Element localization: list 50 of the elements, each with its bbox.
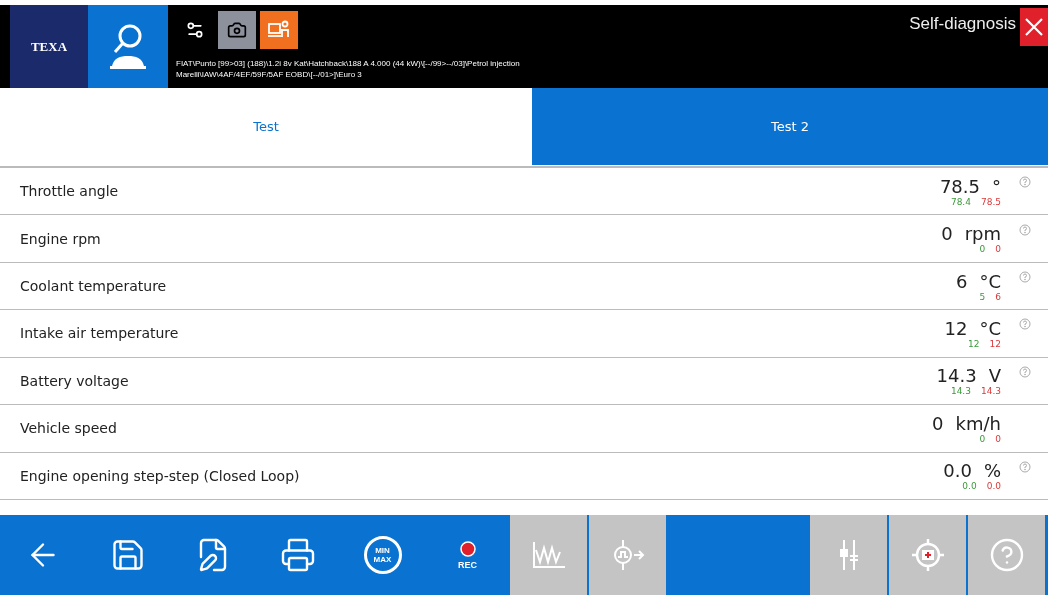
parameter-name: Engine opening step-step (Closed Loop) [20, 467, 301, 484]
parameter-name: Battery voltage [20, 372, 130, 389]
parameter-value: 12 [944, 317, 968, 339]
maximum-value: 0 [995, 433, 1001, 444]
maximum-value: 12 [989, 338, 1001, 349]
record-dot-icon [459, 540, 476, 557]
laptop-person-icon[interactable] [268, 20, 290, 40]
parameter-unit: V [988, 365, 1001, 387]
help-icon [988, 537, 1025, 573]
parameter-unit: rpm [964, 223, 1001, 245]
tab[interactable]: Test 2 [532, 88, 1048, 165]
close-icon [1024, 17, 1044, 37]
window-title: Self-diagnosis [909, 14, 1016, 34]
minimum-value: 14.3 [950, 386, 971, 397]
minimum-value: 0 [979, 433, 986, 444]
parameter-name: Coolant temperature [20, 278, 168, 295]
maximum-value: 14.3 [980, 386, 1001, 397]
minimum-value: 5 [979, 291, 986, 302]
minimum-value: 0.0 [962, 481, 977, 492]
minimum-value: 12 [968, 338, 980, 349]
parameter-value: 0 [941, 223, 953, 245]
maximum-value: 78.5 [980, 196, 1001, 207]
minimum-value: 78.4 [950, 196, 971, 207]
waveform-icon [530, 540, 567, 570]
vehicle-path-text: FIAT\Punto [99>03] (188)\1.2i 8v Kat\Hatchback\188 A 4.000 (44 kW)\[--/99>--/03]\Petrol injection Marelli\IAW\4AF/4EF/59F/5AF EOBD\[--/01>]\Euro 3 [176, 58, 521, 80]
min-max-icon: MIN MAX [363, 536, 402, 574]
parameter-name: Intake air temperature [20, 325, 180, 342]
crosshair-icon [909, 537, 946, 573]
parameter-name: Throttle angle [20, 183, 120, 200]
maximum-value: 6 [995, 291, 1001, 302]
parameter-unit: km/h [955, 412, 1001, 434]
parameter-unit: °C [979, 270, 1001, 292]
parameter-name: Vehicle speed [20, 420, 118, 437]
parameter-value: 78.5 [939, 175, 980, 197]
parameter-value: 0.0 [943, 460, 972, 482]
printer-icon [279, 537, 316, 573]
parameter-unit: % [983, 460, 1001, 482]
logo: TEXA [10, 5, 88, 88]
maximum-value: 0.0 [986, 481, 1001, 492]
vehicle-search-button[interactable] [88, 5, 168, 88]
camera-icon[interactable] [227, 20, 247, 40]
parameter-value: 14.3 [936, 365, 977, 387]
minimum-value: 0 [979, 244, 986, 255]
maximum-value: 0 [995, 244, 1001, 255]
parameter-value: 0 [932, 412, 944, 434]
parameter-value: 6 [955, 270, 968, 292]
parameter-unit: ° [992, 175, 1001, 197]
parameter-name: Engine rpm [20, 230, 102, 247]
parameter-unit: °C [979, 317, 1001, 339]
close-button[interactable] [1020, 8, 1048, 46]
